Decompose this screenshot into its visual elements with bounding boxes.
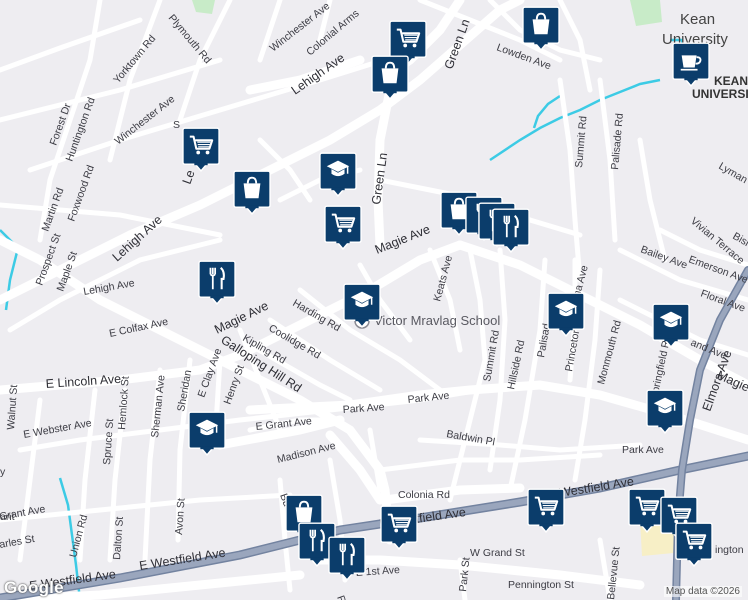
street-label-y: y [0,466,6,478]
bag-pin[interactable] [233,170,271,215]
school-pin[interactable] [652,303,690,348]
pin-marker[interactable] [198,260,236,305]
street-label-ington: ington [715,544,744,556]
restaurant-pin[interactable] [492,208,530,253]
cart-pin[interactable] [628,488,666,533]
school-pin[interactable] [646,389,684,434]
street-label-pennington-st: Pennington St [508,579,574,591]
street-label-colonia-rd: Colonia Rd [398,489,450,501]
poi-label-kean: Kean [680,11,715,28]
cart-pin[interactable] [380,505,418,550]
cart-pin[interactable] [182,127,220,172]
cart-pin[interactable] [527,488,565,533]
cafe-pin[interactable] [672,42,710,87]
google-logo: Google [4,578,64,597]
street-label-park-ave: Park Ave [622,444,664,456]
school-pin[interactable] [343,283,381,328]
map-canvas[interactable]: Magie Ave Magie Ave Magie Lehigh Ave Leh… [0,0,748,600]
street-label-w-grand-st: W Grand St [470,547,525,559]
restaurant-pin[interactable] [198,260,236,305]
bag-pin[interactable] [522,6,560,51]
poi-label-kean-caps: KEAN [714,74,748,88]
poi-label-victor-mravlag-school[interactable]: Victor Mravlag School [374,313,500,328]
cart-pin[interactable] [324,205,362,250]
school-pin[interactable] [547,292,585,337]
street-label-ant: ant [0,511,15,523]
bag-pin[interactable] [371,55,409,100]
street-label-s: S [173,119,180,131]
school-pin[interactable] [319,152,357,197]
map-attribution[interactable]: Map data ©2026 [663,586,742,597]
poi-label-universi: UNIVERSI [692,87,748,101]
pin-marker[interactable] [328,536,366,581]
restaurant-pin[interactable] [328,536,366,581]
pin-marker[interactable] [492,208,530,253]
street-label-avon-st: Avon St [173,498,188,535]
cart-pin[interactable] [675,522,713,567]
school-pin[interactable] [188,411,226,456]
